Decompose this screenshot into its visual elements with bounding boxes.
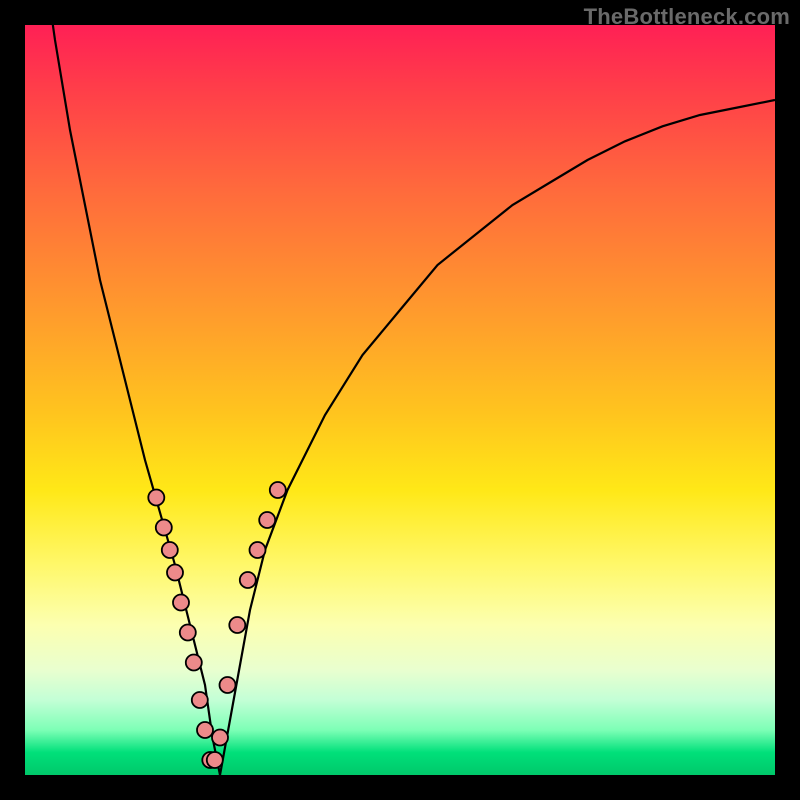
bead-marker — [207, 752, 223, 768]
bead-marker — [220, 677, 236, 693]
bead-marker — [229, 617, 245, 633]
bead-marker — [212, 730, 228, 746]
bead-marker — [186, 655, 202, 671]
bead-marker — [162, 542, 178, 558]
bead-marker — [270, 482, 286, 498]
beads-group — [148, 482, 285, 768]
chart-frame: TheBottleneck.com — [0, 0, 800, 800]
bead-marker — [180, 625, 196, 641]
bead-marker — [148, 490, 164, 506]
chart-svg — [25, 25, 775, 775]
plot-area — [25, 25, 775, 775]
bead-marker — [250, 542, 266, 558]
bottleneck-curve — [25, 25, 775, 775]
bead-marker — [167, 565, 183, 581]
bead-marker — [197, 722, 213, 738]
bead-marker — [259, 512, 275, 528]
bead-marker — [156, 520, 172, 536]
bead-marker — [173, 595, 189, 611]
curve-group — [25, 25, 775, 775]
bead-marker — [240, 572, 256, 588]
bead-marker — [192, 692, 208, 708]
watermark-text: TheBottleneck.com — [584, 4, 790, 30]
